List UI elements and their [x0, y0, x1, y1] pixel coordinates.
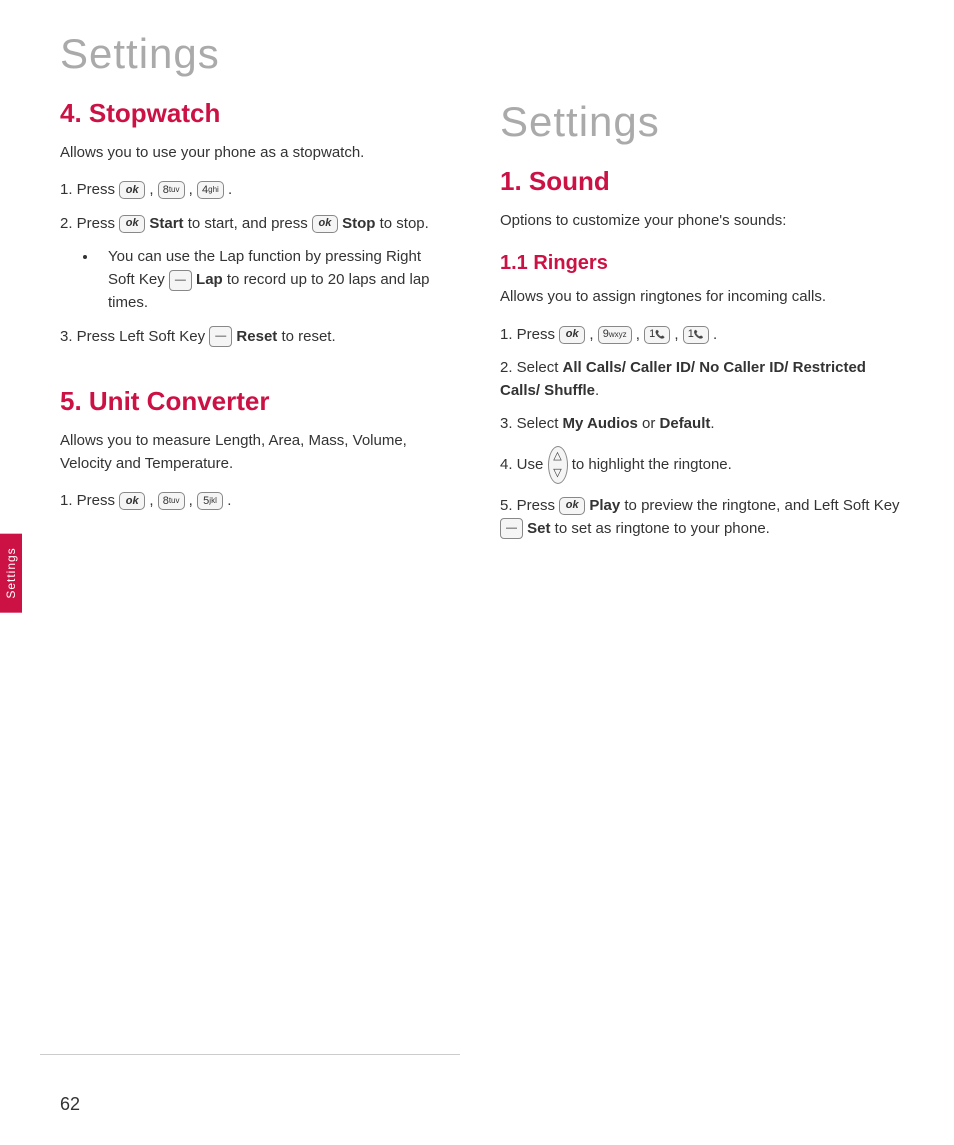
section-4-title: 4. Stopwatch [60, 98, 450, 129]
section-1-1-title: 1.1 Ringers [500, 252, 910, 275]
step-1-5: 5. Press ok Play to preview the ringtone… [500, 494, 910, 541]
section-5: 5. Unit Converter Allows you to measure … [60, 386, 450, 513]
key-5jkl: 5 jkl [197, 492, 223, 510]
section-1-1: 1.1 Ringers Allows you to assign rington… [500, 252, 910, 540]
step-1-3: 3. Select My Audios or Default. [500, 412, 910, 435]
right-column: Settings 1. Sound Options to customize y… [480, 98, 910, 550]
key-4ghi: 4 ghi [197, 181, 224, 199]
section-5-desc: Allows you to measure Length, Area, Mass… [60, 429, 450, 476]
section-1: 1. Sound Options to customize your phone… [500, 166, 910, 540]
step-1-4: 4. Use △▽ to highlight the ringtone. [500, 446, 910, 484]
section-1-title: 1. Sound [500, 166, 910, 197]
step-num: 1. Press [60, 181, 119, 198]
ok-key-r5: ok [559, 497, 585, 515]
left-column: 4. Stopwatch Allows you to use your phon… [60, 98, 480, 550]
ok-key-5: ok [119, 492, 145, 510]
key-8tuv-2: 8 tuv [158, 492, 185, 510]
bullets-4: You can use the Lap function by pressing… [80, 245, 450, 315]
step-1-2: 2. Select All Calls/ Caller ID/ No Calle… [500, 356, 910, 403]
main-content: 4. Stopwatch Allows you to use your phon… [0, 98, 954, 550]
ok-key-2: ok [119, 215, 145, 233]
key-9wxyz: 9 wxyz [598, 326, 632, 344]
right-settings-title: Settings [500, 98, 910, 146]
side-tab-label: Settings [4, 547, 18, 598]
page-title: Settings [0, 0, 954, 98]
step-4-3: 3. Press Left Soft Key — Reset to reset. [60, 325, 450, 348]
nav-btn: △▽ [548, 446, 568, 484]
bottom-divider [40, 1054, 460, 1055]
bullet-4-1: You can use the Lap function by pressing… [98, 245, 450, 315]
spacer [60, 358, 450, 386]
rsk-btn-lap: — [169, 270, 192, 291]
lsk-btn-set: — [500, 518, 523, 539]
ok-key-3: ok [312, 215, 338, 233]
step-1-1: 1. Press ok , 9 wxyz , 1 📞 , 1 📞 . [500, 323, 910, 346]
section-4-desc: Allows you to use your phone as a stopwa… [60, 141, 450, 164]
key-1a: 1 📞 [644, 326, 670, 344]
section-1-1-desc: Allows you to assign ringtones for incom… [500, 285, 910, 308]
key-1b: 1 📞 [683, 326, 709, 344]
lsk-btn-reset: — [209, 326, 232, 347]
ok-key-r1: ok [559, 326, 585, 344]
step-5-1: 1. Press ok , 8 tuv , 5 jkl . [60, 489, 450, 512]
section-1-desc: Options to customize your phone's sounds… [500, 209, 910, 232]
section-4: 4. Stopwatch Allows you to use your phon… [60, 98, 450, 348]
step-4-1: 1. Press ok , 8 tuv , 4 ghi . [60, 178, 450, 201]
ok-key-1: ok [119, 181, 145, 199]
step-4-2: 2. Press ok Start to start, and press ok… [60, 212, 450, 235]
page-number: 62 [60, 1094, 80, 1115]
key-8tuv: 8 tuv [158, 181, 185, 199]
section-5-title: 5. Unit Converter [60, 386, 450, 417]
side-tab: Settings [0, 533, 22, 612]
